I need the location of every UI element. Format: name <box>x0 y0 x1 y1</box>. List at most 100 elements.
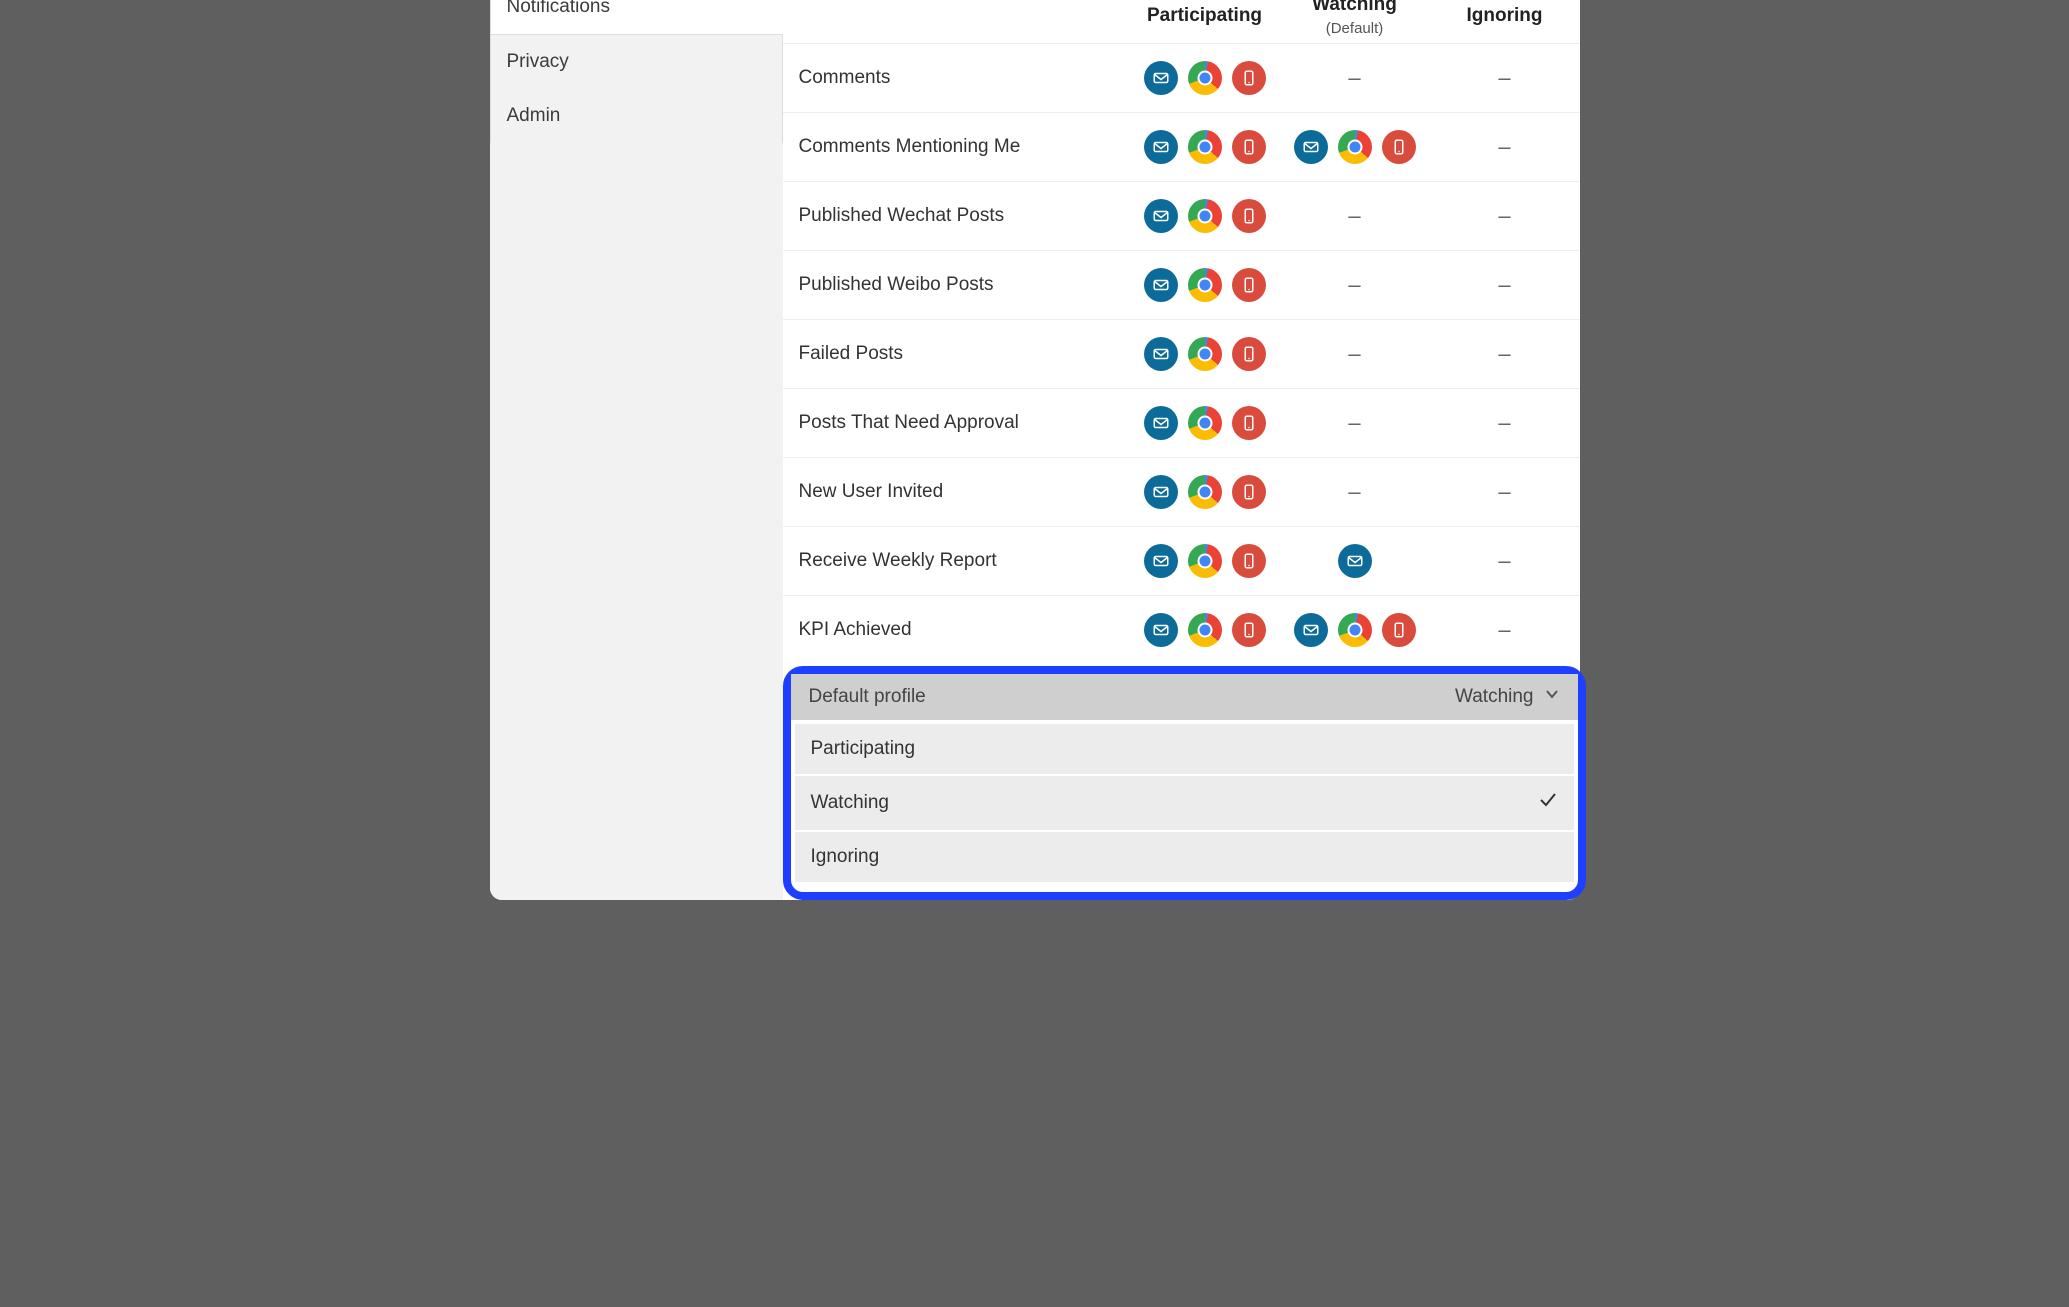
cell-watching: – <box>1280 182 1430 251</box>
chevron-down-icon <box>1544 686 1560 708</box>
row-label: Published Weibo Posts <box>783 251 1130 320</box>
check-icon <box>1538 790 1558 816</box>
cell-participating <box>1130 389 1280 458</box>
mobile-icon[interactable] <box>1232 61 1266 95</box>
option-participating[interactable]: Participating <box>795 724 1574 774</box>
row-label: New User Invited <box>783 458 1130 527</box>
mobile-icon[interactable] <box>1382 613 1416 647</box>
cell-participating <box>1130 182 1280 251</box>
table-row: Published Weibo Posts – – <box>783 251 1580 320</box>
email-icon[interactable] <box>1144 61 1178 95</box>
icon-group <box>1144 199 1266 233</box>
cell-watching <box>1280 113 1430 182</box>
chrome-icon[interactable] <box>1188 475 1222 509</box>
mobile-icon[interactable] <box>1232 475 1266 509</box>
email-icon[interactable] <box>1144 544 1178 578</box>
default-profile-label: Default profile <box>809 686 926 708</box>
option-label: Participating <box>811 738 916 760</box>
sidebar-item-label: Notifications <box>507 0 611 17</box>
chrome-icon[interactable] <box>1188 406 1222 440</box>
icon-group <box>1144 406 1266 440</box>
dash-placeholder: – <box>1498 548 1510 573</box>
row-label: Comments <box>783 44 1130 113</box>
table-row: Posts That Need Approval–– <box>783 389 1580 458</box>
col-watching-sublabel: (Default) <box>1288 20 1422 37</box>
row-label: Receive Weekly Report <box>783 527 1130 596</box>
cell-ignoring: – <box>1430 320 1580 389</box>
col-watching: Watching (Default) <box>1280 0 1430 44</box>
cell-participating <box>1130 44 1280 113</box>
cell-watching: – <box>1280 44 1430 113</box>
icon-group <box>1294 613 1416 647</box>
chrome-icon[interactable] <box>1188 61 1222 95</box>
email-icon[interactable] <box>1294 130 1328 164</box>
table-row: New User Invited –– <box>783 458 1580 527</box>
cell-watching: – <box>1280 320 1430 389</box>
mobile-icon[interactable] <box>1232 199 1266 233</box>
email-icon[interactable] <box>1338 544 1372 578</box>
option-label: Watching <box>811 792 890 814</box>
col-participating-label: Participating <box>1147 5 1262 26</box>
mobile-icon[interactable] <box>1232 613 1266 647</box>
mobile-icon[interactable] <box>1232 337 1266 371</box>
cell-watching: – <box>1280 458 1430 527</box>
table-row: Published Wechat Posts–– <box>783 182 1580 251</box>
dash-placeholder: – <box>1348 410 1360 435</box>
cell-watching: – <box>1280 251 1430 320</box>
email-icon[interactable] <box>1144 406 1178 440</box>
mobile-icon[interactable] <box>1232 544 1266 578</box>
cell-ignoring: – <box>1430 44 1580 113</box>
email-icon[interactable] <box>1144 199 1178 233</box>
email-icon[interactable] <box>1294 613 1328 647</box>
col-participating: Participating <box>1130 0 1280 44</box>
row-label: Comments Mentioning Me <box>783 113 1130 182</box>
icon-group <box>1338 544 1372 578</box>
dash-placeholder: – <box>1498 617 1510 642</box>
dash-placeholder: – <box>1498 272 1510 297</box>
mobile-icon[interactable] <box>1232 406 1266 440</box>
row-label: Failed Posts <box>783 320 1130 389</box>
notification-table: Participating Watching (Default) Ignorin… <box>783 0 1580 664</box>
chrome-icon[interactable] <box>1188 130 1222 164</box>
option-watching[interactable]: Watching <box>795 776 1574 830</box>
mobile-icon[interactable] <box>1232 268 1266 302</box>
cell-watching <box>1280 596 1430 665</box>
col-watching-label: Watching <box>1312 0 1397 15</box>
icon-group <box>1294 130 1416 164</box>
chrome-icon[interactable] <box>1188 199 1222 233</box>
dash-placeholder: – <box>1498 341 1510 366</box>
mobile-icon[interactable] <box>1232 130 1266 164</box>
sidebar-item-admin[interactable]: Admin <box>490 89 783 143</box>
cell-ignoring: – <box>1430 389 1580 458</box>
chrome-icon[interactable] <box>1338 613 1372 647</box>
email-icon[interactable] <box>1144 613 1178 647</box>
sidebar-item-privacy[interactable]: Privacy <box>490 35 783 89</box>
icon-group <box>1144 544 1266 578</box>
chrome-icon[interactable] <box>1188 544 1222 578</box>
option-ignoring[interactable]: Ignoring <box>795 832 1574 882</box>
cell-ignoring: – <box>1430 458 1580 527</box>
email-icon[interactable] <box>1144 268 1178 302</box>
main-panel: Participating Watching (Default) Ignorin… <box>783 0 1580 900</box>
sidebar-item-notifications[interactable]: Notifications <box>490 0 783 35</box>
default-profile-select[interactable]: Default profile Watching <box>791 674 1578 720</box>
cell-ignoring: – <box>1430 527 1580 596</box>
row-label: Published Wechat Posts <box>783 182 1130 251</box>
dash-placeholder: – <box>1498 65 1510 90</box>
email-icon[interactable] <box>1144 130 1178 164</box>
dash-placeholder: – <box>1348 272 1360 297</box>
chrome-icon[interactable] <box>1188 337 1222 371</box>
email-icon[interactable] <box>1144 337 1178 371</box>
chrome-icon[interactable] <box>1188 613 1222 647</box>
mobile-icon[interactable] <box>1382 130 1416 164</box>
cell-participating <box>1130 113 1280 182</box>
cell-participating <box>1130 458 1280 527</box>
email-icon[interactable] <box>1144 475 1178 509</box>
chrome-icon[interactable] <box>1188 268 1222 302</box>
dash-placeholder: – <box>1348 65 1360 90</box>
table-row: KPI Achieved– <box>783 596 1580 665</box>
sidebar-item-label: Admin <box>507 105 561 126</box>
table-row: Comments – – <box>783 44 1580 113</box>
chrome-icon[interactable] <box>1338 130 1372 164</box>
cell-participating <box>1130 251 1280 320</box>
